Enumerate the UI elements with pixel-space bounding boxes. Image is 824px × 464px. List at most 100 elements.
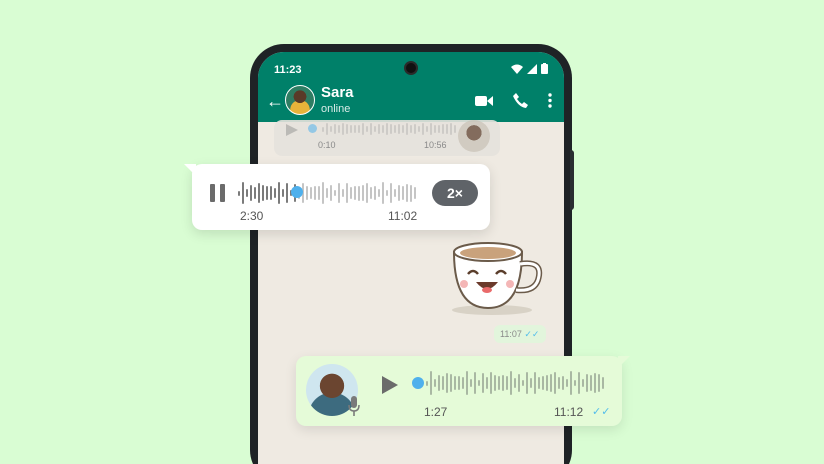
waveform-bar: [530, 378, 532, 388]
waveform-bar: [250, 185, 252, 201]
waveform-bar: [330, 184, 332, 202]
waveform-bar: [430, 122, 432, 136]
message-time: 11:02: [388, 209, 418, 223]
waveform-bar: [282, 189, 284, 197]
waveform-bar: [454, 125, 456, 133]
waveform-bar: [402, 124, 404, 134]
waveform-bar: [386, 123, 388, 135]
waveform-bar: [434, 378, 436, 388]
waveform-bar: [326, 188, 328, 198]
waveform-bar: [358, 125, 360, 133]
waveform-bar: [514, 377, 516, 389]
waveform-bar: [366, 125, 368, 133]
waveform-bar: [430, 371, 432, 395]
waveform-bar: [330, 125, 332, 133]
pause-bar-left: [210, 184, 215, 202]
faint-time: 10:56: [424, 140, 447, 150]
waveform-bar: [550, 374, 552, 392]
sticker-time-text: 11:07: [500, 329, 522, 339]
read-ticks-icon: ✓✓: [592, 406, 611, 418]
waveform-bar: [306, 185, 308, 201]
waveform-bar: [562, 375, 564, 391]
waveform-bar: [374, 126, 376, 132]
waveform-bar: [406, 122, 408, 136]
waveform-bar: [506, 375, 508, 391]
waveform-bar: [470, 379, 472, 387]
status-bar: 11:23: [258, 52, 564, 86]
contact-status: online: [321, 103, 351, 115]
waveform-bar: [338, 182, 340, 204]
waveform-bar: [462, 377, 464, 389]
contact-name[interactable]: Sara: [321, 84, 354, 101]
waveform-bar: [410, 125, 412, 133]
faint-progress-dot: [308, 124, 317, 133]
waveform-bar: [374, 186, 376, 200]
waveform-bar: [554, 372, 556, 394]
waveform-bar: [278, 182, 280, 204]
status-time: 11:23: [274, 64, 302, 76]
play-button[interactable]: [382, 376, 398, 394]
waveform-bar: [238, 190, 240, 196]
waveform-bar: [422, 123, 424, 135]
chat-header: ← Sara online: [258, 82, 564, 122]
pause-button[interactable]: [210, 184, 226, 202]
video-call-icon[interactable]: [475, 95, 493, 107]
waveform-bar: [286, 183, 288, 203]
microphone-icon: [348, 396, 360, 416]
faint-avatar: [458, 120, 490, 152]
waveform-bar: [438, 374, 440, 392]
back-arrow-icon[interactable]: ←: [266, 92, 284, 110]
waveform-bar: [338, 124, 340, 134]
waveform-bar: [442, 124, 444, 134]
phone-call-icon[interactable]: [513, 93, 528, 108]
waveform-bar: [510, 371, 512, 395]
waveform-bar: [382, 181, 384, 205]
contact-avatar[interactable]: [285, 85, 315, 115]
waveform-bar: [270, 186, 272, 200]
waveform-bar: [398, 184, 400, 202]
waveform-bar: [310, 186, 312, 200]
waveform-bar: [382, 125, 384, 133]
waveform-bar: [598, 373, 600, 393]
waveform-bar: [586, 374, 588, 392]
faint-play-icon: [286, 124, 298, 136]
voice-duration: 1:27: [424, 405, 448, 419]
waveform-bar: [494, 375, 496, 391]
read-ticks-icon: ✓✓: [524, 329, 540, 339]
waveform-bar: [246, 188, 248, 198]
waveform-bar: [346, 123, 348, 135]
header-actions: [475, 93, 552, 108]
waveform-bar: [354, 124, 356, 134]
waveform-bar: [442, 376, 444, 390]
waveform-bar: [414, 123, 416, 135]
waveform-bar: [398, 124, 400, 134]
waveform-bar: [254, 186, 256, 200]
waveform: [426, 370, 604, 396]
waveform-bar: [558, 377, 560, 389]
waveform-bar: [526, 371, 528, 395]
faint-duration: 0:10: [318, 140, 336, 150]
waveform-bar: [566, 379, 568, 387]
front-camera: [404, 61, 418, 75]
waveform-bar: [446, 372, 448, 394]
waveform-bar: [350, 124, 352, 134]
waveform-bar: [498, 376, 500, 390]
waveform-bar: [490, 371, 492, 395]
waveform-bar: [242, 182, 244, 204]
sticker-timestamp: 11:07 ✓✓: [494, 325, 546, 343]
waveform-bar: [366, 183, 368, 203]
waveform-bar: [474, 372, 476, 394]
wifi-icon: [511, 64, 523, 74]
waveform-bar: [438, 124, 440, 134]
waveform-bar: [350, 187, 352, 199]
waveform-bar: [314, 185, 316, 201]
waveform-bar: [402, 185, 404, 201]
playback-speed-button[interactable]: 2×: [432, 180, 478, 206]
playback-progress-dot[interactable]: [412, 377, 424, 389]
waveform-bar: [502, 375, 504, 391]
more-options-icon[interactable]: [548, 93, 552, 108]
waveform: [238, 180, 416, 206]
waveform-bar: [486, 377, 488, 389]
waveform-bar: [534, 371, 536, 395]
signal-icon: [527, 63, 537, 74]
